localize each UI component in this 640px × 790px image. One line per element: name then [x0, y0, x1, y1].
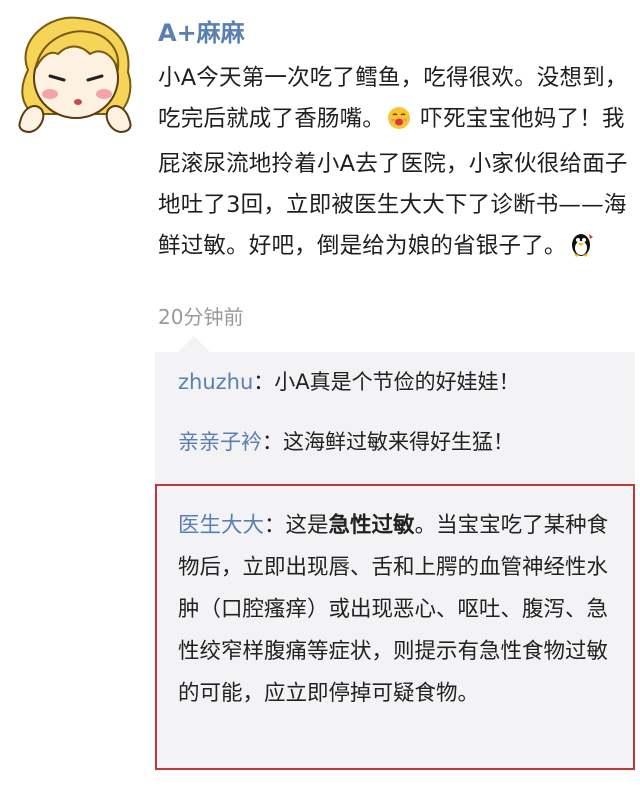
post-text: 小A今天第一次吃了鳕鱼，吃得很欢。没想到，吃完后就成了香肠嘴。 吓死宝宝他妈了！…	[158, 58, 633, 271]
comment-separator: ：	[262, 430, 283, 454]
comment-author[interactable]: zhuzhu	[178, 370, 253, 394]
comment-text-post: 。当宝宝吃了某种食物后，立即出现唇、舌和上腭的血管神经性水肿（口腔瘙痒）或出现恶…	[178, 513, 609, 706]
author-name[interactable]: A+麻麻	[158, 16, 245, 50]
post-timestamp: 20分钟前	[158, 305, 244, 329]
comment-separator: ：	[264, 513, 286, 538]
comment-item-highlighted[interactable]: 医生大大：这是急性过敏。当宝宝吃了某种食物后，立即出现唇、舌和上腭的血管神经性水…	[178, 505, 618, 715]
comment-caret	[178, 336, 210, 352]
comment-text-bold: 急性过敏	[328, 513, 415, 538]
blush-face-icon	[387, 103, 411, 144]
comment-author[interactable]: 医生大大	[178, 513, 264, 538]
cartoon-girl-icon	[18, 16, 132, 134]
comment-text: 小A真是个节俭的好娃娃！	[274, 370, 520, 394]
comment-item[interactable]: zhuzhu：小A真是个节俭的好娃娃！	[178, 362, 520, 402]
comment-item[interactable]: 亲亲子衿：这海鲜过敏来得好生猛！	[178, 422, 514, 462]
penguin-icon	[569, 230, 595, 271]
avatar[interactable]	[10, 10, 140, 138]
comment-text-pre: 这是	[285, 513, 329, 538]
comment-author[interactable]: 亲亲子衿	[178, 430, 262, 454]
comment-separator: ：	[253, 370, 275, 394]
comment-text: 这海鲜过敏来得好生猛！	[283, 430, 514, 454]
